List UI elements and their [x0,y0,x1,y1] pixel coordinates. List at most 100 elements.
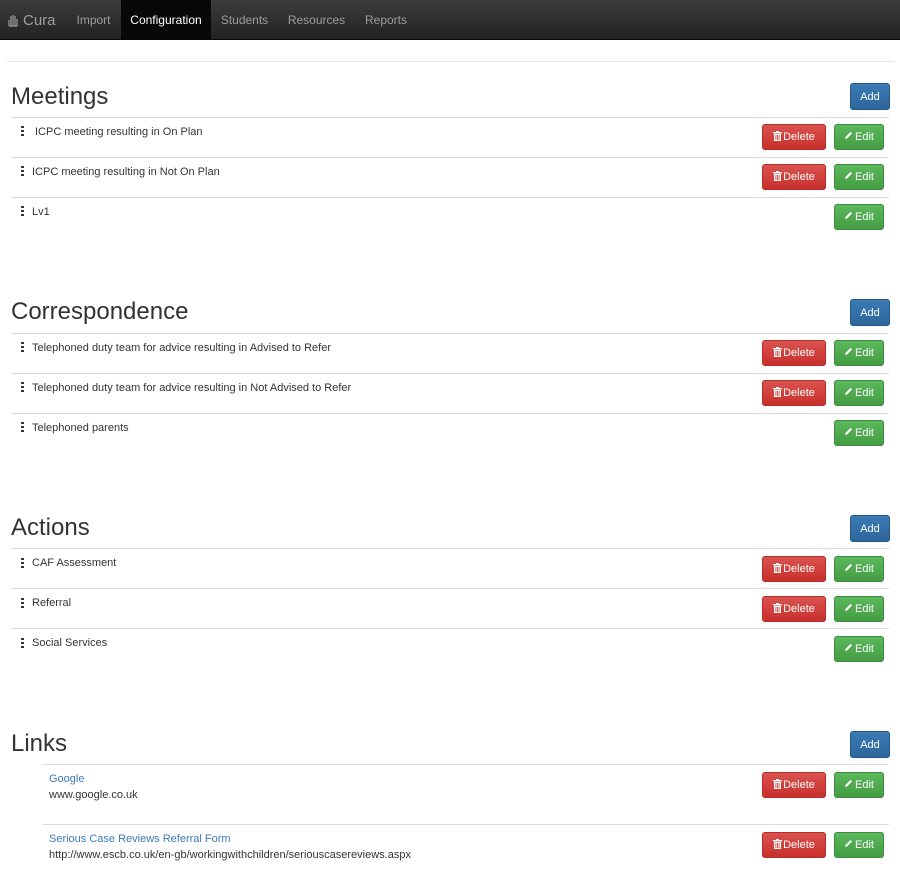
correspondence-item-label: Telephoned duty team for advice resultin… [32,382,352,394]
pencil-icon [844,387,853,399]
nav-reports[interactable]: Reports [355,0,417,40]
nav-students[interactable]: Students [211,0,278,40]
correspondence-edit-button[interactable]: Edit [834,380,884,406]
delete-label: Delete [783,779,815,791]
link-edit-button[interactable]: Edit [834,832,884,858]
correspondence-item-label: Telephoned parents [32,422,129,434]
meeting-delete-button[interactable]: Delete [762,164,826,190]
hand-icon [6,13,20,27]
correspondence-edit-button[interactable]: Edit [834,420,884,446]
meetings-add-button[interactable]: Add [850,83,890,110]
brand-name: Cura [23,11,56,29]
brand[interactable]: Cura [6,0,56,40]
link-delete-button[interactable]: Delete [762,832,826,858]
delete-label: Delete [783,387,815,399]
drag-handle-icon[interactable] [21,206,24,216]
pencil-icon [844,643,853,655]
edit-label: Edit [855,211,874,223]
correspondence-item-label: Telephoned duty team for advice resultin… [32,342,332,354]
nav-import[interactable]: Import [66,0,121,40]
link-edit-button[interactable]: Edit [834,772,884,798]
actions-title: Actions [11,514,90,541]
pencil-icon [844,839,853,851]
delete-label: Delete [783,131,815,143]
trash-icon [773,562,783,576]
drag-handle-icon[interactable] [21,166,24,176]
link-delete-button[interactable]: Delete [762,772,826,798]
edit-label: Edit [855,779,874,791]
trash-icon [773,778,783,792]
action-delete-button[interactable]: Delete [762,556,826,582]
action-item-label: Referral [32,597,72,609]
drag-handle-icon[interactable] [21,638,24,648]
correspondence-delete-button[interactable]: Delete [762,340,826,366]
pencil-icon [844,211,853,223]
edit-label: Edit [855,839,874,851]
link-title[interactable]: Google [49,773,84,786]
edit-label: Edit [855,603,874,615]
trash-icon [773,838,783,852]
row-divider [11,548,889,549]
meeting-edit-button[interactable]: Edit [834,164,884,190]
links-add-button[interactable]: Add [850,731,890,758]
row-divider [11,157,889,158]
meeting-item-label: ICPC meeting resulting in On Plan [35,126,203,138]
drag-handle-icon[interactable] [21,342,24,352]
action-delete-button[interactable]: Delete [762,596,826,622]
meeting-delete-button[interactable]: Delete [762,124,826,150]
trash-icon [773,130,783,144]
correspondence-add-button[interactable]: Add [850,299,890,326]
meetings-title: Meetings [11,83,109,110]
action-edit-button[interactable]: Edit [834,556,884,582]
link-url: http://www.escb.co.uk/en-gb/workingwithc… [49,849,411,861]
delete-label: Delete [783,347,815,359]
meeting-edit-button[interactable]: Edit [834,124,884,150]
drag-handle-icon[interactable] [21,422,24,432]
row-divider [11,588,889,589]
trash-icon [773,170,783,184]
meeting-item-label: ICPC meeting resulting in Not On Plan [32,166,220,178]
trash-icon [773,602,783,616]
trash-icon [773,346,783,360]
action-item-label: Social Services [32,637,108,649]
divider [6,61,894,62]
correspondence-delete-button[interactable]: Delete [762,380,826,406]
correspondence-title: Correspondence [11,298,189,325]
drag-handle-icon[interactable] [21,126,24,136]
delete-label: Delete [783,839,815,851]
edit-label: Edit [855,643,874,655]
pencil-icon [844,563,853,575]
nav-configuration[interactable]: Configuration [121,0,211,40]
pencil-icon [844,603,853,615]
delete-label: Delete [783,603,815,615]
row-divider [11,117,889,118]
pencil-icon [844,779,853,791]
edit-label: Edit [855,347,874,359]
row-divider [11,373,889,374]
pencil-icon [844,131,853,143]
drag-handle-icon[interactable] [21,382,24,392]
row-divider [11,413,889,414]
action-item-label: CAF Assessment [32,557,117,569]
link-title[interactable]: Serious Case Reviews Referral Form [49,833,231,846]
drag-handle-icon[interactable] [21,598,24,608]
action-edit-button[interactable]: Edit [834,636,884,662]
correspondence-edit-button[interactable]: Edit [834,340,884,366]
pencil-icon [844,171,853,183]
actions-add-button[interactable]: Add [850,515,890,542]
delete-label: Delete [783,171,815,183]
row-divider [11,197,889,198]
meeting-edit-button[interactable]: Edit [834,204,884,230]
row-divider [42,824,889,825]
action-edit-button[interactable]: Edit [834,596,884,622]
edit-label: Edit [855,563,874,575]
edit-label: Edit [855,171,874,183]
delete-label: Delete [783,563,815,575]
trash-icon [773,386,783,400]
nav-resources[interactable]: Resources [278,0,355,40]
row-divider [11,628,889,629]
row-divider [11,333,889,334]
drag-handle-icon[interactable] [21,558,24,568]
meeting-item-label: Lv1 [32,206,50,218]
pencil-icon [844,427,853,439]
